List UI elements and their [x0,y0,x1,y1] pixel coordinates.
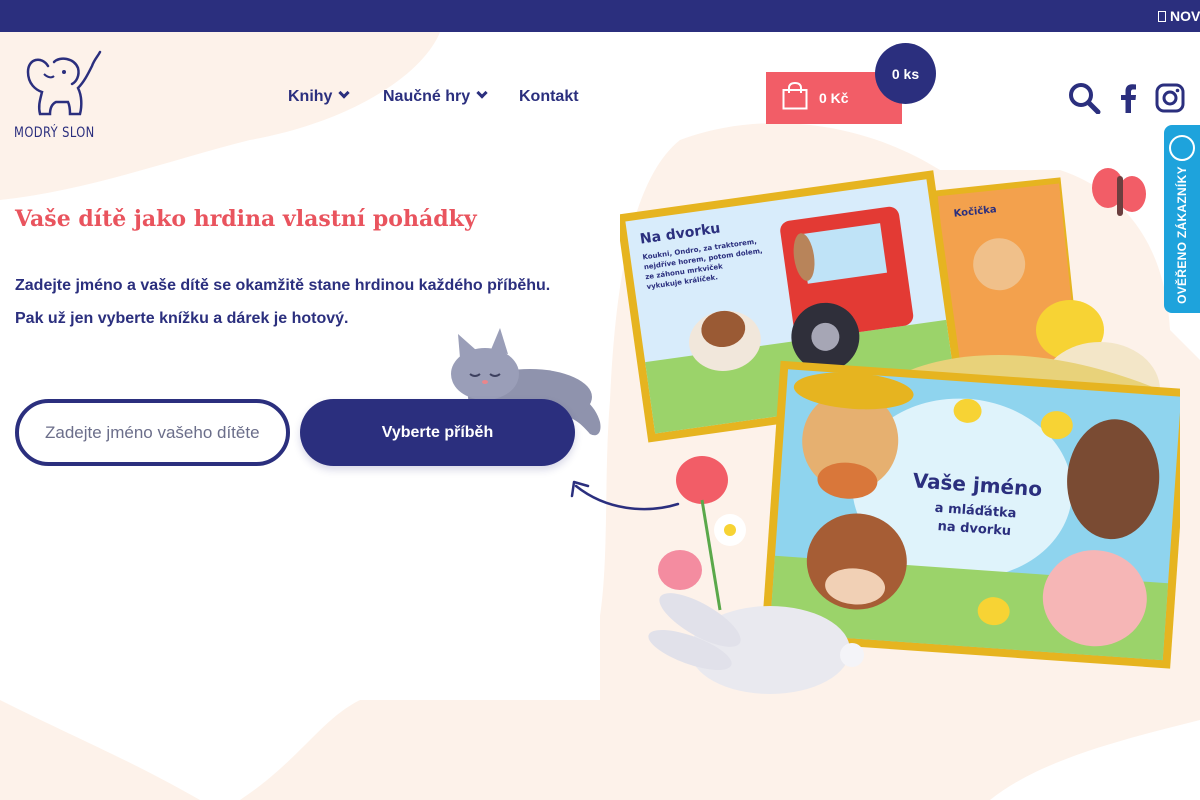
butterfly-illustration [1092,168,1146,216]
search-icon[interactable] [1068,82,1102,114]
choose-story-button[interactable]: Vyberte příběh [300,399,575,466]
hero-description-line1: Zadejte jméno a vaše dítě se okamžitě st… [15,277,551,294]
child-name-input[interactable] [15,399,290,466]
nav-item-label: Kontakt [519,88,579,105]
chevron-down-icon [338,87,351,99]
brand-logo[interactable]: MODRÝ SLON [14,48,104,148]
brand-name: MODRÝ SLON [14,125,95,141]
personalized-books-illustration: Kočička Na dvorku Koukni, Ondro, za trak… [620,168,1180,694]
facebook-icon[interactable] [1119,83,1137,113]
cart-price: 0 Kč [819,90,849,106]
nav-item-label: Naučné hry [383,88,471,105]
chevron-down-icon [476,87,488,99]
instagram-icon[interactable] [1155,83,1185,113]
hero-title: Vaše dítě jako hrdina vlastní pohádky [15,206,477,232]
nav-item-label: Knihy [288,88,333,105]
announcement-text[interactable]: NOV [1158,8,1200,24]
nav-item-knihy[interactable]: Knihy [288,87,351,106]
nav-item-naucne-hry[interactable]: Naučné hry [383,87,488,106]
announcement-icon [1158,11,1166,22]
elephant-logo-icon [26,50,102,116]
hero-description-line2: Pak už jen vyberte knížku a dárek je hot… [15,310,349,327]
cart-count-badge[interactable]: 0 ks [875,43,936,104]
announcement-bar: NOV [0,0,1200,32]
nav-item-kontakt[interactable]: Kontakt [519,88,579,106]
shopping-bag-icon [782,82,808,110]
flowers-illustration [658,456,746,611]
